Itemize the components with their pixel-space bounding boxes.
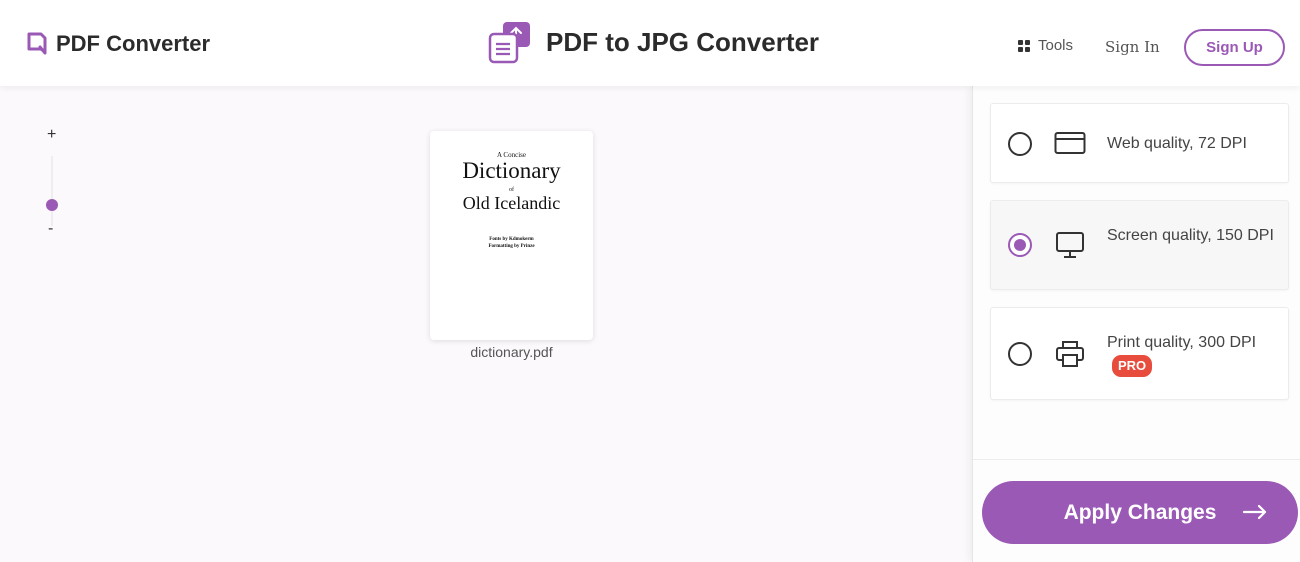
doc-line: Old Icelandic xyxy=(462,193,561,213)
apply-changes-label: Apply Changes xyxy=(1063,500,1217,524)
brand[interactable]: PDF Converter xyxy=(26,30,210,58)
zoom-slider-track[interactable] xyxy=(51,156,53,226)
zoom-out-button[interactable]: - xyxy=(48,220,53,238)
doc-credit: Fonts by Kdmokerm xyxy=(489,237,534,242)
apply-changes-button[interactable]: Apply Changes xyxy=(982,481,1298,544)
pdf-converter-logo-icon xyxy=(27,32,47,55)
doc-credit: Formatting by Prinze xyxy=(488,244,535,249)
zoom-in-button[interactable]: + xyxy=(47,126,56,144)
browser-window-icon xyxy=(1054,132,1086,154)
doc-line: Dictionary xyxy=(462,158,561,183)
option-print-quality[interactable]: Print quality, 300 DPI PRO xyxy=(990,307,1289,400)
option-web-quality[interactable]: Web quality, 72 DPI xyxy=(990,103,1289,183)
radio-print-quality[interactable] xyxy=(1008,342,1032,366)
top-header: PDF Converter PDF to JPG Converter Tools… xyxy=(0,0,1300,86)
option-label: Screen quality, 150 DPI xyxy=(1107,227,1274,244)
panel-divider xyxy=(973,459,1300,460)
page-title: PDF to JPG Converter xyxy=(488,20,819,64)
grid-icon xyxy=(1018,39,1030,52)
arrow-right-icon xyxy=(1242,504,1267,520)
option-label: Print quality, 300 DPI xyxy=(1107,334,1257,351)
option-screen-quality[interactable]: Screen quality, 150 DPI xyxy=(990,200,1289,290)
document-thumbnail[interactable]: A Concise Dictionary of Old Icelandic Fo… xyxy=(430,131,593,340)
pro-badge: PRO xyxy=(1112,355,1153,377)
radio-web-quality[interactable] xyxy=(1008,132,1032,156)
tools-label: Tools xyxy=(1038,37,1074,54)
sign-in-link[interactable]: Sign In xyxy=(1105,38,1160,56)
pdf-to-jpg-icon xyxy=(488,22,530,64)
radio-screen-quality[interactable] xyxy=(1008,233,1032,257)
document-filename: dictionary.pdf xyxy=(470,344,553,360)
option-label-group: Print quality, 300 DPI PRO xyxy=(1107,333,1277,377)
brand-name: PDF Converter xyxy=(56,31,211,56)
quality-options-panel: Web quality, 72 DPI Screen quality, 150 … xyxy=(972,86,1300,562)
tools-menu[interactable]: Tools xyxy=(1018,37,1073,54)
option-label: Web quality, 72 DPI xyxy=(1107,135,1247,152)
zoom-slider-thumb[interactable] xyxy=(46,199,58,211)
sign-up-button[interactable]: Sign Up xyxy=(1184,29,1285,66)
zoom-control: + - xyxy=(40,126,64,238)
page-title-text: PDF to JPG Converter xyxy=(546,26,820,57)
printer-icon xyxy=(1056,341,1084,367)
monitor-icon xyxy=(1056,232,1084,258)
